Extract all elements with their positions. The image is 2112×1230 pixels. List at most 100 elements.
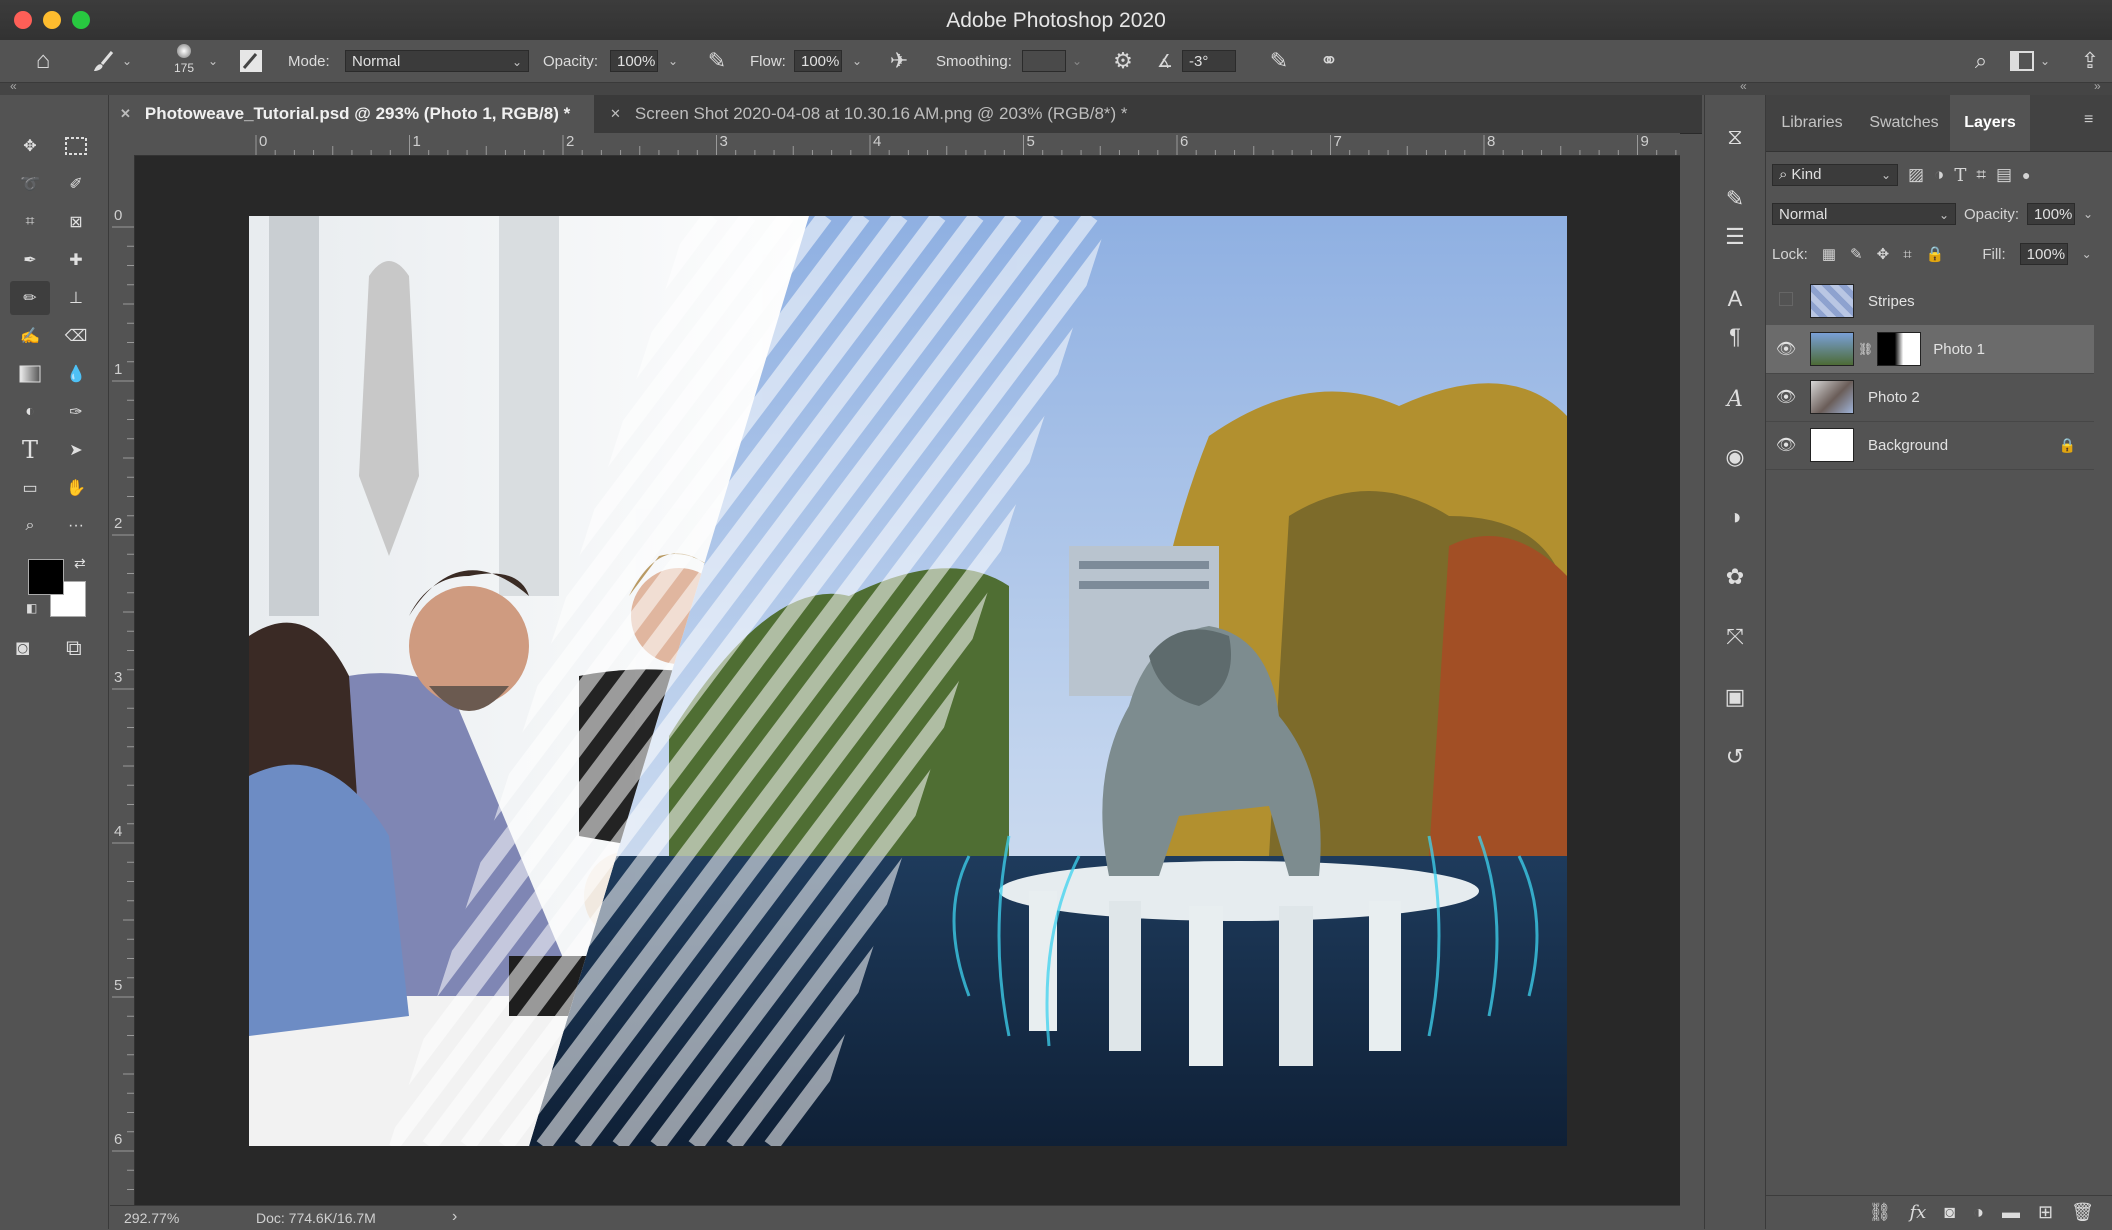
close-tab-icon[interactable]: ✕ [610,106,621,122]
layer-row-background[interactable]: 👁 Background 🔒 [1766,421,2094,470]
filter-kind-dropdown[interactable]: ⌕ Kind ⌄ [1772,164,1898,186]
airbrush-icon[interactable]: ✈ [884,40,914,82]
filter-pixel-icon[interactable]: ▨ [1908,165,1924,185]
lock-all-icon[interactable]: 🔒 [1926,245,1945,263]
fill-value[interactable]: 100% [2019,243,2068,265]
healing-brush-tool-icon[interactable]: ✚ [56,243,96,277]
flow-field[interactable]: 100% [794,50,842,72]
close-tab-icon[interactable]: ✕ [120,106,131,122]
type-tool-icon[interactable]: T [10,433,50,467]
filter-toggle-icon[interactable]: ● [2022,167,2030,183]
brush-angle-field[interactable]: -3° [1182,50,1236,72]
mode-dropdown[interactable]: Normal ⌄ [345,50,529,72]
new-group-folder-icon[interactable]: ▬ [2002,1202,2020,1223]
smoothing-field[interactable] [1022,50,1066,72]
brush-settings-panel-icon[interactable]: ✎ [1705,181,1765,217]
panel-menu-icon[interactable]: ≡ [2084,111,2093,129]
history-panel-icon[interactable]: ⧖ [1705,119,1765,155]
blend-mode-dropdown[interactable]: Normal ⌄ [1772,203,1956,225]
rectangle-tool-icon[interactable]: ▭ [10,471,50,505]
path-selection-tool-icon[interactable]: ➤ [56,433,96,467]
lock-artboard-icon[interactable]: ⌗ [1903,246,1911,263]
foreground-color-swatch[interactable] [28,559,64,595]
lock-position-icon[interactable]: ✥ [1877,245,1890,263]
quick-selection-tool-icon[interactable]: ✐ [56,167,96,201]
layer-style-fx-icon[interactable]: fx [1909,1202,1926,1223]
lock-transparent-icon[interactable]: ▦ [1822,245,1836,263]
smoothing-options-gear-icon[interactable]: ⚙ [1108,40,1138,82]
quick-mask-icon[interactable]: ◙ [16,635,29,661]
document-canvas[interactable] [249,216,1567,1146]
eye-icon[interactable]: 👁 [1766,387,1806,407]
mask-link-icon[interactable]: ⛓ [1858,342,1873,356]
crop-tool-icon[interactable]: ⌗ [10,205,50,239]
expand-dock-icon[interactable]: » [2094,79,2101,93]
paths-panel-icon[interactable]: ⤧ [1705,619,1765,655]
frame-tool-icon[interactable]: ⊠ [56,205,96,239]
home-icon[interactable]: ⌂ [26,40,60,82]
lock-image-icon[interactable]: ✎ [1850,245,1863,263]
layer-mask-thumbnail[interactable] [1877,332,1922,366]
eye-icon[interactable]: 👁 [1766,435,1806,455]
default-colors-icon[interactable]: ◧ [26,601,37,615]
zoom-tool-icon[interactable]: ⌕ [10,509,50,543]
flow-chevron-icon[interactable]: ⌄ [852,40,862,82]
gradient-tool-icon[interactable] [10,357,50,391]
layer-opacity-value[interactable]: 100% [2027,203,2076,225]
hand-tool-icon[interactable]: ✋ [56,471,96,505]
tab-layers[interactable]: Layers [1950,95,2030,151]
layer-row-photo-2[interactable]: 👁 Photo 2 [1766,373,2094,422]
brush-settings-panel-toggle[interactable] [238,40,264,82]
filter-type-icon[interactable]: T [1954,165,1966,186]
brush-size-picker[interactable]: 175 [170,44,198,78]
pressure-size-icon[interactable]: ✎ [1264,40,1294,82]
brush-tool-icon[interactable]: ✏ [10,281,50,315]
color-panel-icon[interactable]: ◉ [1705,439,1765,475]
eye-icon[interactable]: 👁 [1766,339,1806,359]
adjustments-panel-icon[interactable]: ◑ [1705,499,1765,535]
new-adjustment-layer-icon[interactable]: ◑ [1973,1202,1984,1223]
collapse-dock-icon[interactable]: « [1740,79,1747,93]
filter-adjustment-icon[interactable]: ◑ [1934,165,1944,185]
move-tool-icon[interactable]: ✥ [10,129,50,163]
opacity-chevron-icon[interactable]: ⌄ [2083,207,2093,221]
delete-layer-trash-icon[interactable]: 🗑 [2071,1202,2094,1223]
filter-smart-object-icon[interactable]: ▤ [1996,165,2012,185]
smoothing-chevron-icon[interactable]: ⌄ [1072,40,1082,82]
fill-chevron-icon[interactable]: ⌄ [2082,247,2092,261]
character-panel-icon[interactable]: A [1705,281,1765,317]
tab-swatches[interactable]: Swatches [1858,95,1950,151]
swap-colors-icon[interactable]: ⇄ [74,555,86,572]
layer-row-stripes[interactable]: Stripes [1766,277,2094,326]
workspace-switcher[interactable]: ⌄ [2010,40,2050,82]
symmetry-butterfly-icon[interactable]: ⚭ [1314,40,1344,82]
search-icon[interactable]: ⌕ [1966,40,1996,82]
glyphs-panel-icon[interactable]: A [1705,381,1765,417]
collapse-left-icon[interactable]: « [10,79,17,93]
status-menu-arrow-icon[interactable]: › [452,1208,457,1226]
new-layer-icon[interactable]: ⊞ [2038,1202,2053,1223]
brush-tool-preset-picker[interactable]: ⌄ [88,40,144,82]
actions-panel-icon[interactable]: ↺ [1705,739,1765,775]
lasso-tool-icon[interactable]: ➰ [10,167,50,201]
zoom-level[interactable]: 292.77% [124,1210,179,1226]
screen-mode-icon[interactable]: ⧉ [66,635,82,661]
filter-shape-icon[interactable]: ⌗ [1976,165,1986,185]
paragraph-panel-icon[interactable]: ¶ [1705,319,1765,355]
link-layers-icon[interactable]: ⛓ [1869,1202,1892,1223]
pressure-opacity-icon[interactable]: ✎ [702,40,732,82]
tab-libraries[interactable]: Libraries [1766,95,1858,151]
share-icon[interactable]: ⇪ [2076,40,2104,82]
eraser-tool-icon[interactable]: ⌫ [56,319,96,353]
opacity-field[interactable]: 100% [610,50,658,72]
eyedropper-tool-icon[interactable]: ✒ [10,243,50,277]
properties-panel-icon[interactable]: ▣ [1705,679,1765,715]
layer-row-photo-1[interactable]: 👁 ⛓ Photo 1 [1766,325,2094,374]
dodge-tool-icon[interactable]: ◐ [10,395,50,429]
brushes-panel-icon[interactable]: ☰ [1705,219,1765,255]
history-brush-tool-icon[interactable]: ✍ [10,319,50,353]
tab-photoweave[interactable]: ✕ Photoweave_Tutorial.psd @ 293% (Photo … [110,95,594,133]
blur-tool-icon[interactable]: 💧 [56,357,96,391]
pen-tool-icon[interactable]: ✑ [56,395,96,429]
clone-stamp-tool-icon[interactable]: ⊥ [56,281,96,315]
